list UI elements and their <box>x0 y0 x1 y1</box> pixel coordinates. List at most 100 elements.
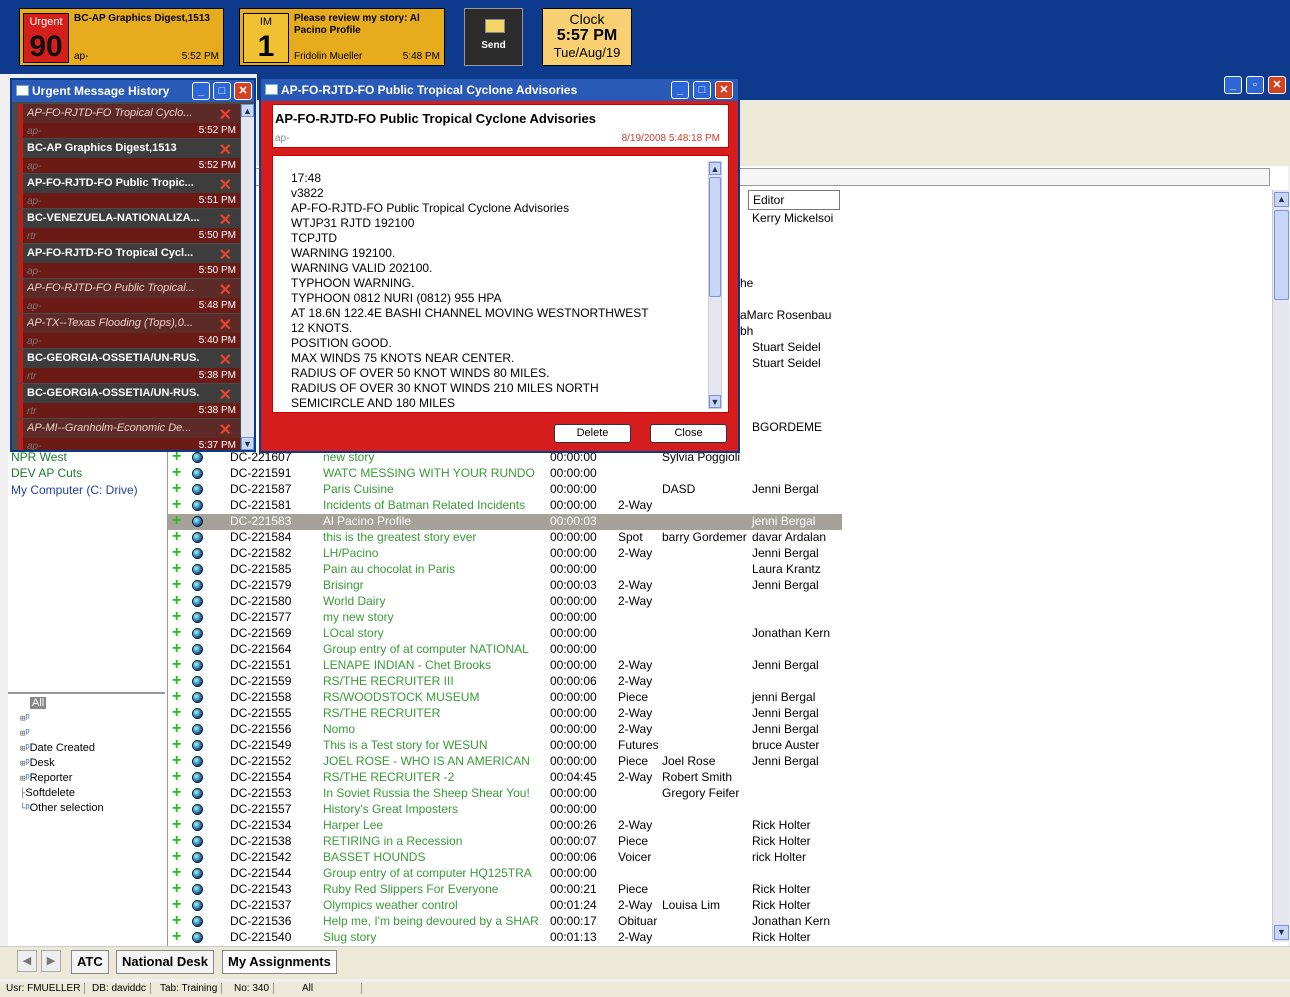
urgent-history-title: Urgent Message History <box>32 84 170 98</box>
im-tile[interactable]: IM 1 Please review my story: Al Pacino P… <box>239 8 445 66</box>
close-icon[interactable]: ✕ <box>715 81 733 99</box>
urgent-message-item[interactable]: AP-TX--Texas Flooding (Tops),0... ✕ ap- 5:4… <box>18 314 240 348</box>
urgent-tile[interactable]: Urgent 90 BC-AP Graphics Digest,1513 ap-… <box>19 8 224 66</box>
story-duration: 00:01:24 <box>550 898 597 912</box>
dismiss-icon[interactable]: ✕ <box>219 315 232 335</box>
story-editor: Jenni Bergal <box>752 722 819 736</box>
story-type: Piece <box>618 690 649 704</box>
scroll-up-icon[interactable]: ▲ <box>1274 192 1289 207</box>
tab-national-desk[interactable]: National Desk <box>116 950 214 974</box>
scroll-down-icon[interactable]: ▼ <box>709 395 721 408</box>
dismiss-icon[interactable]: ✕ <box>219 140 232 160</box>
urgent-message-item[interactable]: AP-FO-RJTD-FO Tropical Cycl... ✕ ap- 5:50 P… <box>18 244 240 278</box>
table-row[interactable]: + DC-221555 RS/THE RECRUITER 00:00:00 2-Way J… <box>168 704 842 722</box>
table-row[interactable]: + DC-221582 LH/Pacino 00:00:00 2-Way Jenni Be… <box>168 544 842 562</box>
table-row[interactable]: + DC-221579 Brisingr 00:00:03 2-Way Jenni Ber… <box>168 576 842 594</box>
urgent-list-scrollbar[interactable]: ▲ ▼ <box>241 104 254 450</box>
tree-node-date-created[interactable]: ⊞ᵖDate Created <box>20 742 95 754</box>
close-icon[interactable]: ✕ <box>1268 76 1286 94</box>
dismiss-icon[interactable]: ✕ <box>219 175 232 195</box>
tree-node-reporter[interactable]: ⊞ᵖReporter <box>20 772 72 784</box>
urgent-message-item[interactable]: AP-FO-RJTD-FO Public Tropic... ✕ ap- 5:51 P… <box>18 174 240 208</box>
tab-scroll-right-icon[interactable]: ▶ <box>41 950 61 972</box>
table-row[interactable]: + DC-221553 In Soviet Russia the Sheep She… <box>168 784 842 802</box>
minimize-icon[interactable]: _ <box>192 82 210 100</box>
story-title: BASSET HOUNDS <box>323 850 426 864</box>
scroll-thumb[interactable] <box>709 177 721 297</box>
table-row[interactable]: + DC-221591 WATC MESSING WITH YOUR RUNDO 00… <box>168 464 842 482</box>
urgent-message-item[interactable]: BC-GEORGIA-OSSETIA/UN-RUS... ✕ rtr 5:38 PM <box>18 349 240 383</box>
urgent-message-item[interactable]: AP-FO-RJTD-FO Public Tropical... ✕ ap- 5:48… <box>18 279 240 313</box>
folder-my-computer[interactable]: My Computer (C: Drive) <box>11 483 138 497</box>
table-row[interactable]: + DC-221537 Olympics weather control 00:01:… <box>168 896 842 914</box>
table-row[interactable]: + DC-221540 Slug story 00:01:13 2-Way Rick Ho… <box>168 928 842 946</box>
send-button[interactable]: Send <box>464 8 523 66</box>
urgent-message-item[interactable]: BC-VENEZUELA-NATIONALIZA... ✕ rtr 5:50 PM <box>18 209 240 243</box>
scroll-down-icon[interactable]: ▼ <box>1274 925 1289 940</box>
folder-dev-ap-cuts[interactable]: DEV AP Cuts <box>11 466 82 480</box>
urgent-message-item[interactable]: BC-AP Graphics Digest,1513 ✕ ap- 5:52 PM <box>18 139 240 173</box>
scroll-up-icon[interactable]: ▲ <box>709 162 721 175</box>
table-row[interactable]: + DC-221557 History's Great Imposters 00:00… <box>168 800 842 818</box>
grid-scrollbar[interactable]: ▲ ▼ <box>1272 190 1289 942</box>
dismiss-icon[interactable]: ✕ <box>219 350 232 370</box>
minimize-icon[interactable]: _ <box>671 81 689 99</box>
maximize-icon[interactable]: □ <box>693 81 711 99</box>
advisory-body[interactable]: 17:48 v3822 AP-FO-RJTD-FO Public Tropical … <box>272 155 729 413</box>
tree-root-all[interactable]: All <box>30 697 47 709</box>
table-row[interactable]: + DC-221544 Group entry of at computer HQ1… <box>168 864 842 882</box>
urgent-message-item[interactable]: BC-GEORGIA-OSSETIA/UN-RUS... ✕ rtr 5:38 PM <box>18 384 240 418</box>
table-row[interactable]: + DC-221585 Pain au chocolat in Paris 00:00… <box>168 560 842 578</box>
dismiss-icon[interactable]: ✕ <box>219 210 232 230</box>
tree-node-other-selection[interactable]: └ᵖOther selection <box>20 802 104 814</box>
tab-my-assignments[interactable]: My Assignments <box>222 950 337 974</box>
dismiss-icon[interactable]: ✕ <box>219 105 232 125</box>
table-row[interactable]: + DC-221554 RS/THE RECRUITER -2 00:04:45 2-W… <box>168 768 842 786</box>
tree-node-desk[interactable]: ⊞ᵖDesk <box>20 757 55 769</box>
im-count-badge: IM 1 <box>243 13 289 63</box>
editor-column-header[interactable]: Editor <box>748 190 840 210</box>
table-row[interactable]: + DC-221549 This is a Test story for WESUN… <box>168 736 842 754</box>
table-row[interactable]: + DC-221543 Ruby Red Slippers For Everyone… <box>168 880 842 898</box>
tab-scroll-left-icon[interactable]: ◀ <box>17 950 37 972</box>
scroll-down-icon[interactable]: ▼ <box>241 437 254 450</box>
scroll-thumb[interactable] <box>1274 210 1289 300</box>
delete-button[interactable]: Delete <box>554 424 631 443</box>
table-row[interactable]: + DC-221587 Paris Cuisine 00:00:00 DASD Jenni… <box>168 480 842 498</box>
table-row[interactable]: + DC-221584 this is the greatest story eve… <box>168 528 842 546</box>
table-row[interactable]: + DC-221577 my new story 00:00:00 <box>168 608 842 626</box>
table-row[interactable]: + DC-221542 BASSET HOUNDS 00:00:06 Voicer ric… <box>168 848 842 866</box>
tab-atc[interactable]: ATC <box>71 950 109 974</box>
add-icon[interactable]: + <box>172 928 181 946</box>
table-row[interactable]: + DC-221569 LOcal story 00:00:00 Jonathan Ke… <box>168 624 842 642</box>
advisory-scrollbar[interactable]: ▲ ▼ <box>708 161 722 409</box>
tree-node[interactable]: ⊞ᵖ <box>20 727 30 739</box>
table-row[interactable]: + DC-221551 LENAPE INDIAN - Chet Brooks 00:… <box>168 656 842 674</box>
dismiss-icon[interactable]: ✕ <box>219 245 232 265</box>
table-row[interactable]: + DC-221534 Harper Lee 00:00:26 2-Way Rick Ho… <box>168 816 842 834</box>
dismiss-icon[interactable]: ✕ <box>219 280 232 300</box>
minimize-icon[interactable]: _ <box>1224 76 1242 94</box>
tree-node[interactable]: ⊞ᵖ <box>20 712 30 724</box>
urgent-message-item[interactable]: AP-FO-RJTD-FO Tropical Cyclo... ✕ ap- 5:52 … <box>18 104 240 138</box>
table-row[interactable]: + DC-221564 Group entry of at computer NAT… <box>168 640 842 658</box>
table-row[interactable]: + DC-221556 Nomo 00:00:00 2-Way Jenni Bergal <box>168 720 842 738</box>
close-icon[interactable]: ✕ <box>234 82 252 100</box>
table-row[interactable]: + DC-221580 World Dairy 00:00:00 2-Way <box>168 592 842 610</box>
table-row[interactable]: + DC-221538 RETIRING in a Recession 00:00:0… <box>168 832 842 850</box>
table-row[interactable]: + DC-221583 Al Pacino Profile 00:00:03 jenni… <box>168 512 842 530</box>
folder-npr-west[interactable]: NPR West <box>11 450 67 464</box>
scroll-up-icon[interactable]: ▲ <box>241 104 254 117</box>
table-row[interactable]: + DC-221552 JOEL ROSE - WHO IS AN AMERICAN… <box>168 752 842 770</box>
tree-node-softdelete[interactable]: ├Softdelete <box>20 787 75 799</box>
urgent-message-item[interactable]: AP-MI--Granholm-Economic De... ✕ ap- 5:37 P… <box>18 419 240 450</box>
dismiss-icon[interactable]: ✕ <box>219 420 232 440</box>
table-row[interactable]: + DC-221536 Help me, I'm being devoured by… <box>168 912 842 930</box>
close-button[interactable]: Close <box>650 424 727 443</box>
maximize-icon[interactable]: □ <box>213 82 231 100</box>
table-row[interactable]: + DC-221559 RS/THE RECRUITER III 00:00:06 2-… <box>168 672 842 690</box>
dismiss-icon[interactable]: ✕ <box>219 385 232 405</box>
table-row[interactable]: + DC-221581 Incidents of Batman Related In… <box>168 496 842 514</box>
table-row[interactable]: + DC-221558 RS/WOODSTOCK MUSEUM 00:00:00 Pie… <box>168 688 842 706</box>
restore-icon[interactable]: ▫ <box>1246 76 1264 94</box>
